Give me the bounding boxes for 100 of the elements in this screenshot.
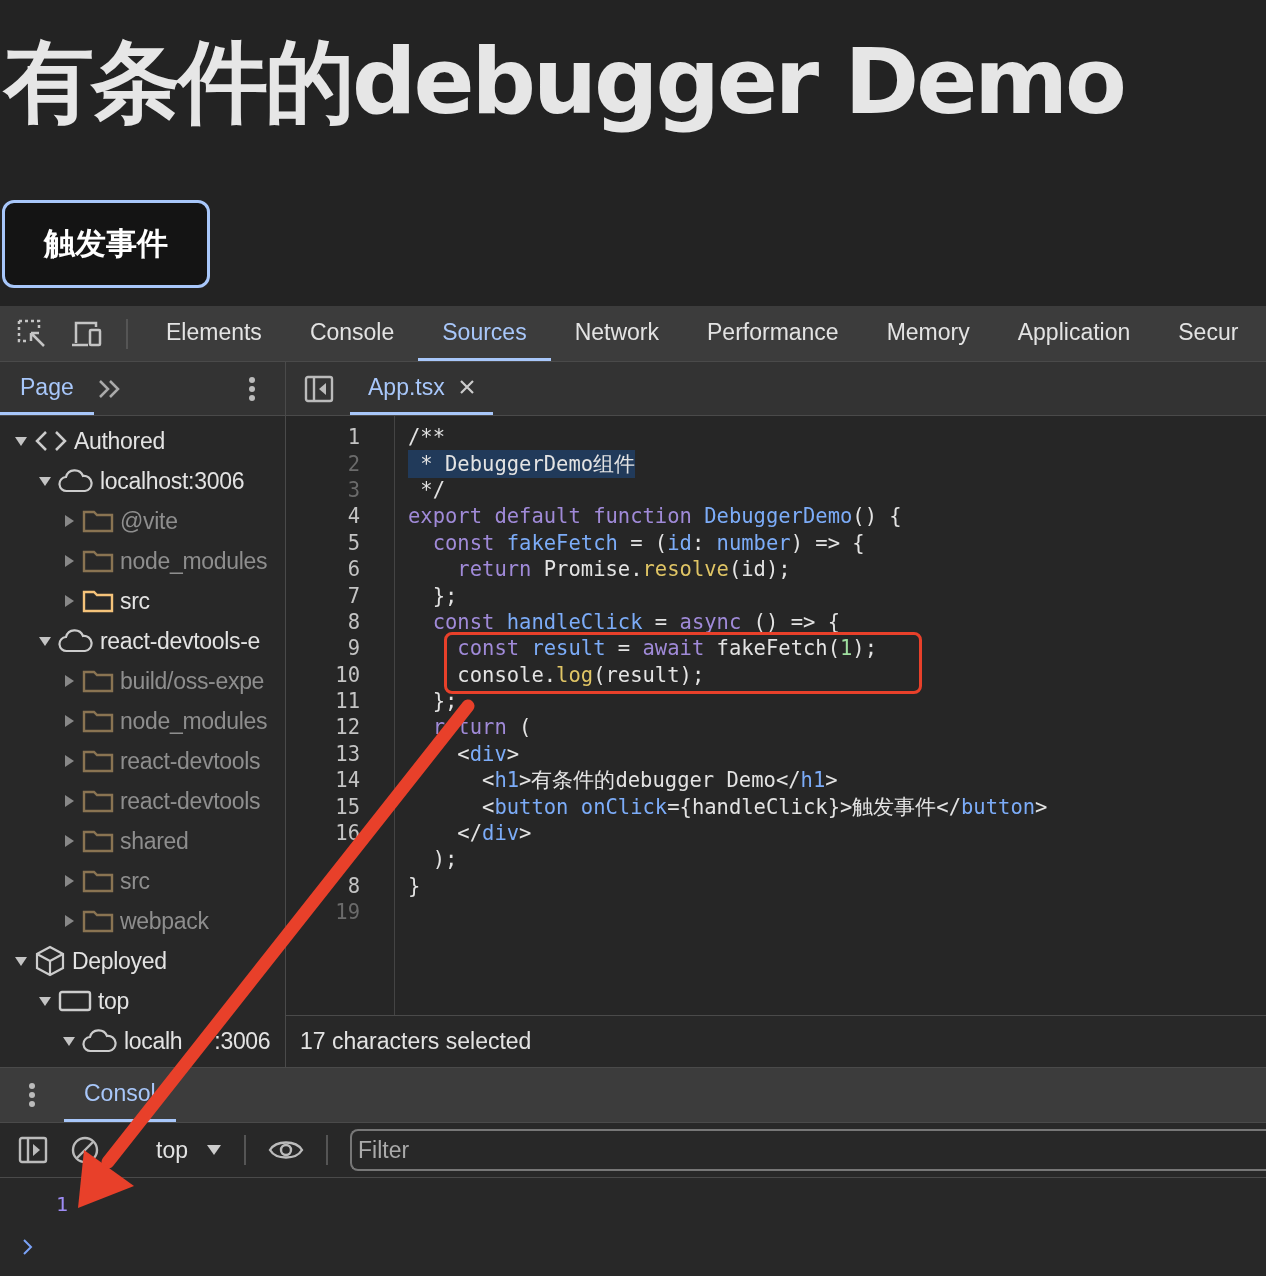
expand-arrow-icon[interactable]	[62, 914, 76, 928]
code-line: );	[431, 847, 458, 872]
clear-console-icon[interactable]	[70, 1135, 100, 1165]
tree-label[interactable]: shared	[120, 827, 189, 855]
sidebar-toggle-icon[interactable]	[304, 374, 334, 403]
line-number: 9	[347, 636, 360, 661]
line-number: 8	[347, 609, 360, 634]
line-number: 11	[335, 689, 360, 714]
expand-arrow-icon[interactable]	[62, 874, 76, 888]
expand-arrow-icon[interactable]	[62, 834, 76, 848]
folder-icon	[82, 909, 114, 933]
code-line: </div>	[456, 821, 532, 846]
caret-icon	[206, 1144, 222, 1156]
expand-arrow-icon[interactable]	[38, 634, 52, 648]
code-line: console.log(result);	[456, 662, 705, 687]
folder-icon	[82, 709, 114, 733]
code-line: };	[431, 583, 458, 608]
folder-icon	[82, 749, 114, 773]
close-icon[interactable]	[458, 379, 475, 395]
line-number: 1	[347, 425, 360, 450]
line-number: 8	[347, 873, 360, 898]
expand-arrow-icon[interactable]	[62, 794, 76, 808]
tree-label[interactable]: Deployed	[72, 947, 167, 975]
line-number: 14	[335, 768, 360, 793]
code-line: const fakeFetch = (id: number) => {	[431, 530, 865, 555]
folder-icon	[82, 509, 114, 533]
tree-label[interactable]: react-devtools	[120, 747, 261, 775]
folder-icon	[82, 789, 114, 813]
expand-arrow-icon[interactable]	[62, 714, 76, 728]
panel-tab[interactable]: Network	[550, 306, 683, 361]
folder-icon	[82, 869, 114, 893]
code-line: return Promise.resolve(id);	[456, 557, 791, 582]
line-number: 7	[347, 583, 360, 608]
trigger-button[interactable]: 触发事件	[2, 200, 210, 288]
frame-icon	[58, 989, 92, 1013]
more-tabs-icon[interactable]	[97, 378, 122, 399]
code-line: <h1>有条件的debugger Demo</h1>	[481, 767, 838, 795]
expand-arrow-icon[interactable]	[14, 954, 28, 968]
expand-arrow-icon[interactable]	[38, 994, 52, 1008]
panel-tab[interactable]: Application	[993, 306, 1155, 361]
folder-icon	[82, 589, 114, 613]
expand-arrow-icon[interactable]	[62, 594, 76, 608]
tree-label[interactable]: react-devtools	[120, 787, 261, 815]
panel-tab[interactable]: Elements	[142, 306, 286, 361]
context-dropdown[interactable]: top	[156, 1136, 222, 1164]
folder-icon	[82, 549, 114, 573]
console-drawer-tab[interactable]: Consol	[64, 1068, 176, 1122]
panel-tab[interactable]: Console	[285, 306, 419, 361]
expand-arrow-icon[interactable]	[62, 1034, 76, 1048]
folder-icon	[82, 829, 114, 853]
prompt-icon	[22, 1238, 34, 1256]
tree-label[interactable]: localhost:3006	[100, 467, 245, 495]
tree-label[interactable]: :3006	[214, 1027, 271, 1055]
code-line: export default function DebuggerDemo() {	[408, 504, 902, 529]
line-number: 3	[347, 477, 360, 502]
line-number: 13	[335, 741, 360, 766]
sidebar-toggle-icon[interactable]	[18, 1136, 48, 1164]
tree-label[interactable]: node_modules	[120, 707, 268, 735]
code-line: }	[408, 873, 421, 898]
line-number: 12	[335, 715, 360, 740]
cloud-icon	[58, 469, 94, 493]
expand-arrow-icon[interactable]	[14, 434, 28, 448]
tree-label[interactable]: src	[120, 867, 150, 895]
tree-label[interactable]: node_modules	[120, 547, 268, 575]
line-number: 15	[335, 794, 360, 819]
more-options-icon[interactable]	[247, 375, 256, 402]
console-output: 1	[56, 1192, 70, 1218]
code-line: const result = await fakeFetch(1);	[456, 636, 878, 661]
line-number: 6	[347, 557, 360, 582]
cube-icon	[34, 945, 66, 977]
panel-tab[interactable]: Performance	[683, 306, 863, 361]
tree-label[interactable]: webpack	[120, 907, 209, 935]
eye-icon[interactable]	[268, 1138, 304, 1162]
folder-icon	[82, 669, 114, 693]
code-line: <button onClick={handleClick}>触发事件</button>	[481, 793, 1048, 821]
line-number: 19	[335, 900, 360, 925]
panel-tab[interactable]: Secur	[1154, 306, 1263, 361]
cloud-icon	[82, 1029, 118, 1053]
tree-label[interactable]: top	[98, 987, 130, 1015]
tree-label[interactable]: src	[120, 587, 150, 615]
expand-arrow-icon[interactable]	[62, 754, 76, 768]
expand-arrow-icon[interactable]	[62, 554, 76, 568]
tree-label[interactable]: localh	[124, 1027, 183, 1055]
more-options-icon[interactable]	[28, 1082, 36, 1108]
line-number: 16	[335, 821, 360, 846]
expand-arrow-icon[interactable]	[62, 674, 76, 688]
filter-field[interactable]: Filter	[350, 1129, 1266, 1171]
code-line: /**	[408, 425, 446, 450]
line-number: 10	[335, 662, 360, 687]
tree-label[interactable]: @vite	[120, 507, 178, 535]
code-line: */	[419, 477, 446, 502]
tree-label[interactable]: build/oss-expe	[120, 667, 265, 695]
expand-arrow-icon[interactable]	[62, 514, 76, 528]
tree-label[interactable]: react-devtools-e	[100, 627, 261, 655]
line-number: 5	[347, 530, 360, 555]
tree-label[interactable]: Authored	[74, 427, 165, 455]
cloud-icon	[58, 629, 94, 653]
panel-tab[interactable]: Memory	[862, 306, 994, 361]
expand-arrow-icon[interactable]	[38, 474, 52, 488]
code-line: <div>	[456, 741, 520, 766]
